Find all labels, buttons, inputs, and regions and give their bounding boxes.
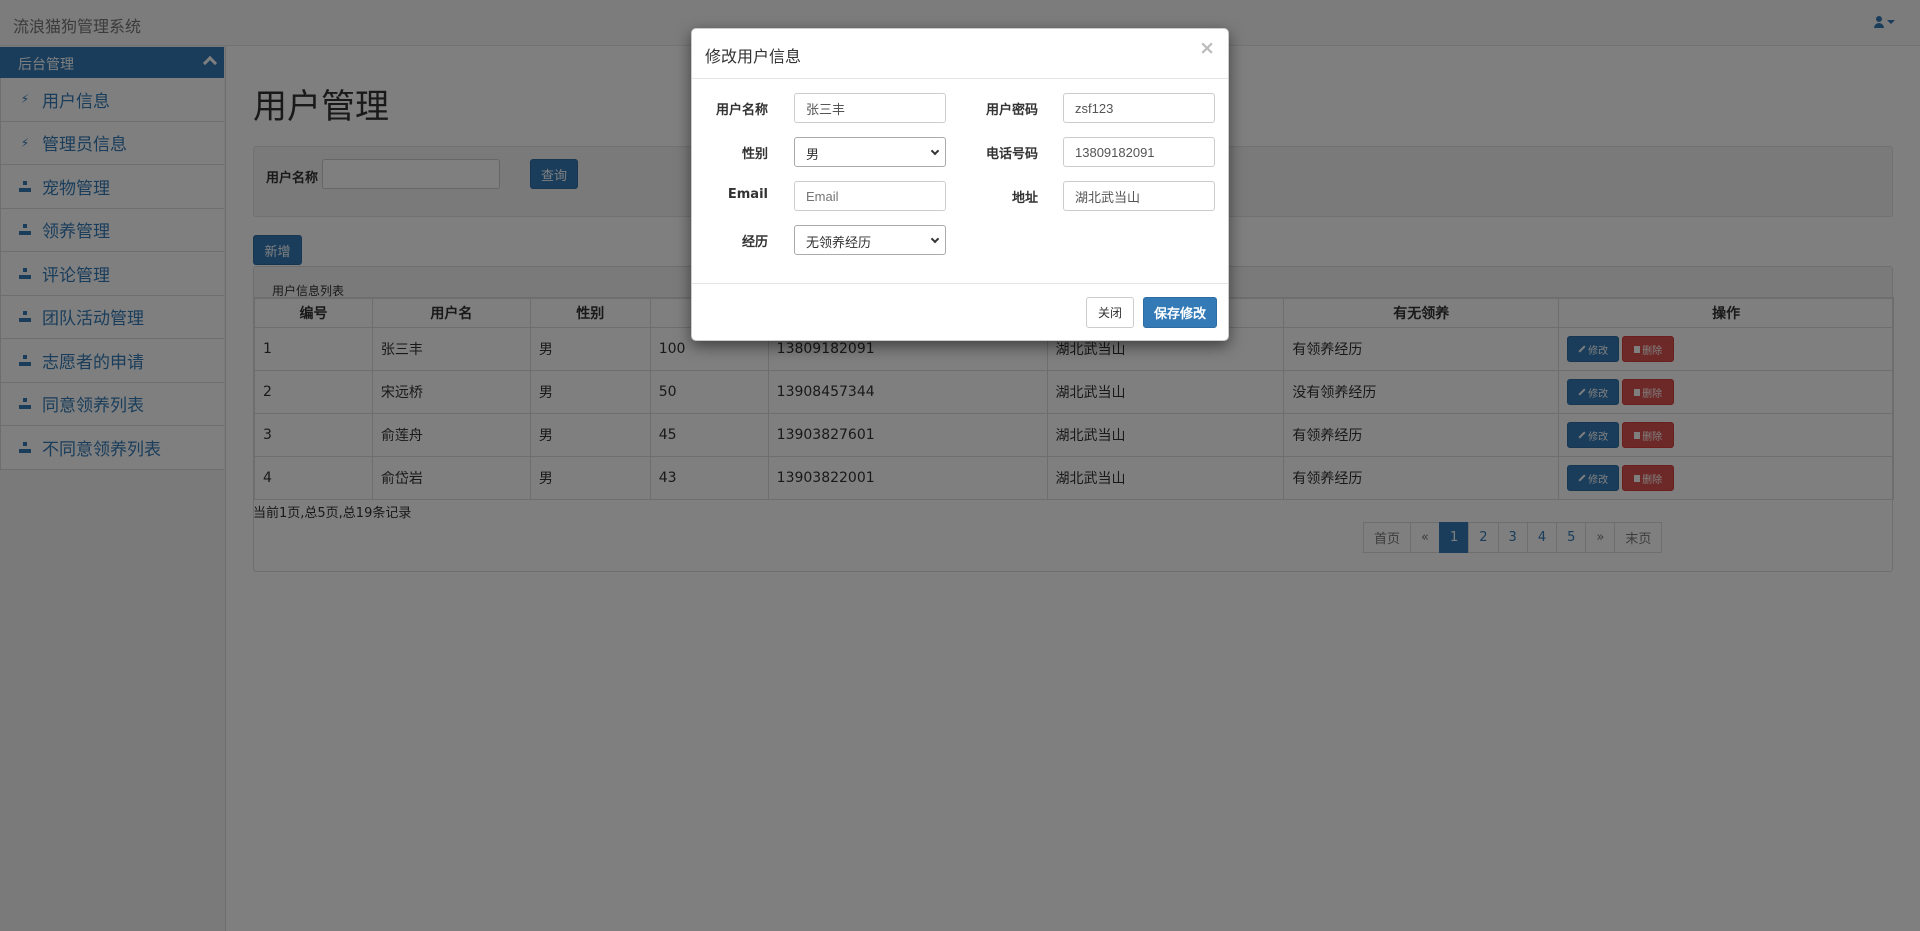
gender-select[interactable]: 男 xyxy=(794,137,946,167)
password-field[interactable] xyxy=(1063,93,1215,123)
email-field[interactable] xyxy=(794,181,946,211)
username-label: 用户名称 xyxy=(715,103,768,118)
edit-user-modal: 修改用户信息 × 用户名称 用户密码 性别 男 电话号码 Email 地址 经历… xyxy=(691,28,1229,341)
username-field[interactable] xyxy=(794,93,946,123)
gender-label: 性别 xyxy=(741,147,768,162)
close-icon[interactable]: × xyxy=(1199,37,1215,59)
gender-selected: 男 xyxy=(806,148,820,163)
phone-label: 电话号码 xyxy=(985,147,1038,162)
password-label: 用户密码 xyxy=(985,103,1038,118)
chevron-down-icon xyxy=(930,234,940,244)
address-label: 地址 xyxy=(1011,191,1038,206)
experience-select[interactable]: 无领养经历 xyxy=(794,225,946,255)
close-button[interactable]: 关闭 xyxy=(1086,297,1134,328)
address-field[interactable] xyxy=(1063,181,1215,211)
modal-title: 修改用户信息 xyxy=(705,47,802,66)
chevron-down-icon xyxy=(930,146,940,156)
experience-selected: 无领养经历 xyxy=(806,236,872,251)
modal-footer: 关闭 保存修改 xyxy=(692,283,1228,341)
save-button[interactable]: 保存修改 xyxy=(1143,297,1217,328)
email-label: Email xyxy=(727,187,768,202)
phone-field[interactable] xyxy=(1063,137,1215,167)
experience-label: 经历 xyxy=(741,235,768,250)
modal-header: 修改用户信息 × xyxy=(692,29,1228,79)
